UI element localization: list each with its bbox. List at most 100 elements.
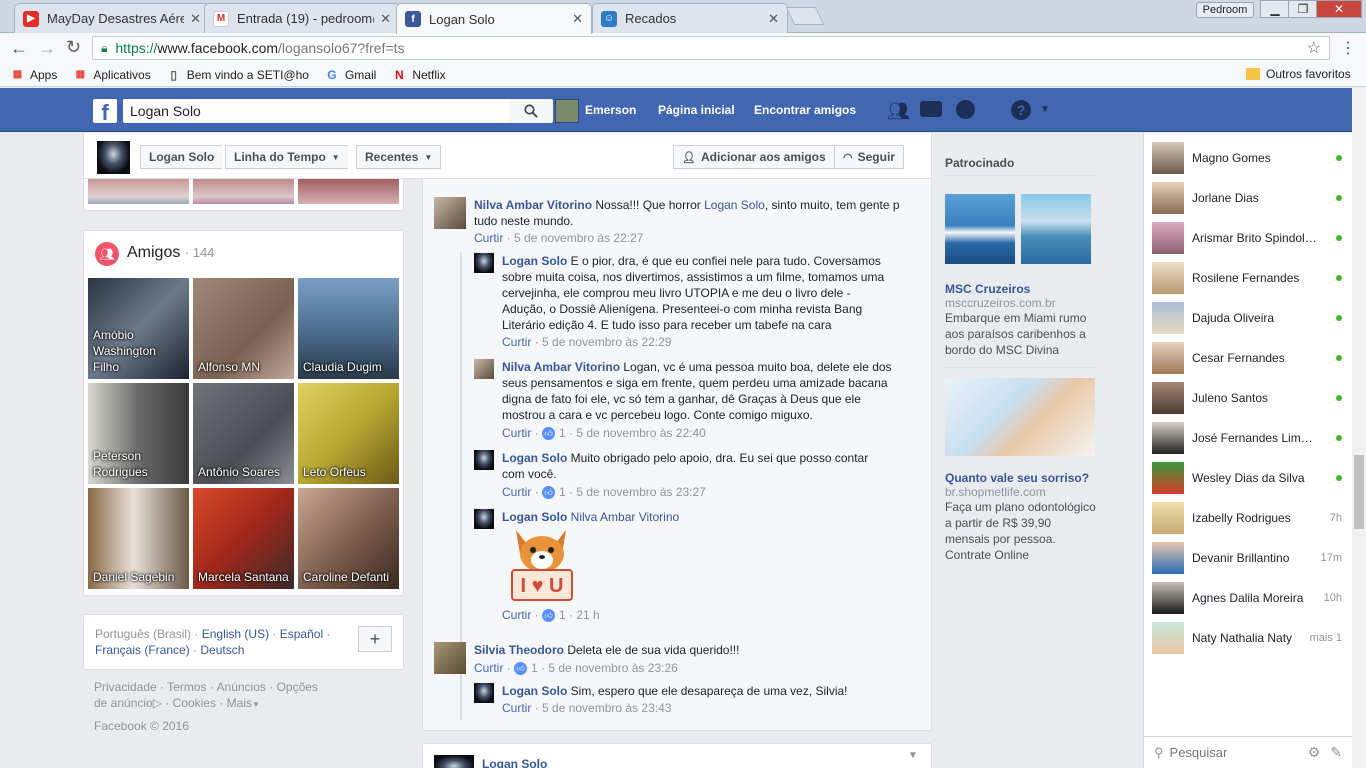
like-count[interactable]: 1 (531, 661, 538, 675)
messages-icon[interactable] (920, 101, 942, 117)
chat-search-input[interactable] (1169, 745, 1280, 760)
like-link[interactable]: Curtir (502, 701, 531, 715)
ad-image-cruise[interactable] (945, 194, 1015, 264)
follow-button[interactable]: ◠ Seguir (834, 145, 904, 169)
comment-time[interactable]: 5 de novembro às 22:40 (576, 426, 705, 440)
chat-contact[interactable]: José Fernandes Lim… (1152, 422, 1342, 454)
friends-title[interactable]: Amigos · 144 (127, 244, 214, 262)
photo-thumbnail[interactable] (193, 179, 294, 204)
comment-time[interactable]: 21 h (576, 608, 599, 622)
chevron-down-icon[interactable]: ▼ (908, 750, 918, 761)
like-link[interactable]: Curtir (502, 608, 531, 622)
friend-tile[interactable]: Leto Orfeus (298, 383, 399, 484)
comment-time[interactable]: 5 de novembro às 23:26 (548, 661, 677, 675)
chevron-down-icon[interactable]: ▼ (1040, 104, 1050, 115)
comment-author[interactable]: Logan Solo (502, 451, 567, 465)
friend-tile[interactable]: Antônio Soares (193, 383, 294, 484)
page-scrollbar[interactable] (1352, 88, 1366, 768)
profile-thumbnail[interactable] (97, 141, 130, 174)
bookmark-apps[interactable]: ▦ Apps (10, 68, 58, 82)
like-count[interactable]: 1 (559, 608, 566, 622)
back-arrow-icon[interactable]: ← (10, 38, 28, 59)
chat-contact[interactable]: Naty Nathalia Naty mais 1 (1152, 622, 1342, 654)
comment-time[interactable]: 5 de novembro às 23:43 (542, 701, 671, 715)
comment-author[interactable]: Nilva Ambar Vitorino (502, 360, 620, 374)
new-message-icon[interactable]: ✎ (1330, 744, 1342, 761)
address-bar[interactable]: 🔒︎ https:// www.facebook.com /logansolo6… (92, 36, 1330, 60)
facebook-search-input[interactable]: Logan Solo (123, 99, 509, 123)
comment-author[interactable]: Nilva Ambar Vitorino (474, 198, 592, 212)
footer-link[interactable]: Anúncios (217, 680, 266, 694)
avatar[interactable] (434, 755, 474, 768)
footer-link[interactable]: Mais (227, 696, 252, 710)
timeline-name-button[interactable]: Logan Solo (140, 145, 223, 169)
close-icon[interactable]: ✕ (190, 11, 201, 27)
window-close-button[interactable]: ✕ (1316, 0, 1362, 18)
friend-tile[interactable]: Daniel Sagebin (88, 488, 189, 589)
avatar[interactable] (434, 197, 466, 229)
comment-author[interactable]: Logan Solo (502, 510, 567, 524)
avatar[interactable] (474, 253, 494, 273)
language-link[interactable]: Français (France) (95, 643, 190, 657)
avatar[interactable] (474, 450, 494, 470)
other-bookmarks[interactable]: Outros favoritos (1246, 67, 1351, 81)
like-count[interactable]: 1 (559, 426, 566, 440)
help-icon[interactable]: ? (1011, 100, 1031, 120)
bookmark-netflix[interactable]: N Netflix (392, 68, 446, 82)
ad-image-city[interactable] (1021, 194, 1091, 264)
friend-tile[interactable]: Peterson Rodrigues (88, 383, 189, 484)
like-count[interactable]: 1 (559, 485, 566, 499)
footer-link[interactable]: Termos (167, 680, 206, 694)
comment-time[interactable]: 5 de novembro às 22:29 (542, 335, 671, 349)
browser-profile-button[interactable]: Pedroom (1196, 2, 1254, 18)
friend-tile[interactable]: Alfonso MN (193, 278, 294, 379)
mention-link[interactable]: Logan Solo (704, 198, 765, 212)
chat-contact[interactable]: Jorlane Dias (1152, 182, 1342, 214)
like-link[interactable]: Curtir (474, 231, 503, 245)
bookmark-star-icon[interactable]: ☆ (1307, 38, 1321, 58)
language-link[interactable]: English (US) (202, 627, 269, 641)
chat-contact[interactable]: Juleno Santos (1152, 382, 1342, 414)
ad-url[interactable]: msccruzeiros.com.br (945, 295, 1056, 311)
language-link[interactable]: Español (280, 627, 323, 641)
browser-tab-gmail[interactable]: M Entrada (19) - pedroom@ ✕ (204, 3, 400, 33)
friend-tile[interactable]: Amóbio Washington Filho (88, 278, 189, 379)
ad-url[interactable]: br.shopmetlife.com (945, 484, 1046, 500)
comment-author[interactable]: Silvia Theodoro (474, 643, 564, 657)
like-link[interactable]: Curtir (502, 426, 531, 440)
bookmark-seti[interactable]: ▯ Bem vindo a SETI@ho (167, 68, 309, 82)
close-icon[interactable]: ✕ (572, 11, 583, 27)
chat-contact[interactable]: Arismar Brito Spindol… (1152, 222, 1342, 254)
avatar[interactable] (474, 509, 494, 529)
comment-author[interactable]: Logan Solo (502, 684, 567, 698)
bookmark-gmail[interactable]: G Gmail (325, 68, 376, 82)
friend-requests-icon[interactable]: 👥︎ (887, 101, 910, 122)
ad-image-family[interactable] (945, 378, 1095, 456)
chat-contact[interactable]: Magno Gomes (1152, 142, 1342, 174)
home-link[interactable]: Página inicial (658, 103, 735, 117)
mention-link[interactable]: Nilva Ambar Vitorino (571, 510, 680, 524)
maximize-button[interactable]: ❐ (1288, 0, 1318, 18)
recent-menu-button[interactable]: Recentes ▼ (356, 145, 442, 169)
avatar[interactable] (474, 683, 494, 703)
avatar[interactable] (434, 642, 466, 674)
forward-arrow-icon[interactable]: → (38, 38, 56, 59)
avatar[interactable] (474, 359, 494, 379)
friend-tile[interactable]: Claudia Dugim (298, 278, 399, 379)
like-link[interactable]: Curtir (502, 335, 531, 349)
chat-contact[interactable]: Izabelly Rodrigues 7h (1152, 502, 1342, 534)
avatar[interactable] (555, 99, 579, 123)
footer-link[interactable]: Cookies (173, 696, 216, 710)
chat-contact[interactable]: Rosilene Fernandes (1152, 262, 1342, 294)
friend-tile[interactable]: Marcela Santana (193, 488, 294, 589)
comment-time[interactable]: 5 de novembro às 23:27 (576, 485, 705, 499)
scrollbar-thumb[interactable] (1354, 455, 1364, 529)
gear-icon[interactable]: ⚙ (1308, 744, 1321, 761)
photo-thumbnail[interactable] (298, 179, 399, 204)
browser-tab-recados[interactable]: ☺ Recados ✕ (592, 3, 788, 33)
facebook-logo-icon[interactable]: f (93, 99, 117, 125)
friend-tile[interactable]: Caroline Defanti (298, 488, 399, 589)
search-button[interactable] (509, 99, 553, 123)
browser-tab-facebook[interactable]: f Logan Solo ✕ (396, 3, 592, 34)
chat-contact[interactable]: Cesar Fernandes (1152, 342, 1342, 374)
